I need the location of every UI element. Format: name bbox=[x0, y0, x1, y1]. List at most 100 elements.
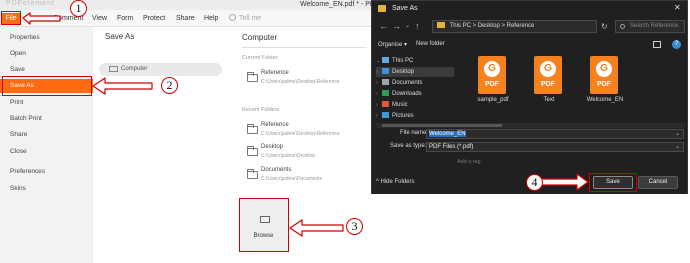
dialog-nav-bar: ← → ⌄ ↑ This PC > Desktop > Reference ↻ … bbox=[372, 18, 687, 36]
backstage-nav: Properties Open Save Save As Print Batch… bbox=[0, 27, 93, 263]
organise-button[interactable]: Organise ▾ bbox=[378, 41, 407, 48]
folder-icon bbox=[247, 169, 258, 179]
tree-label: Music bbox=[392, 102, 408, 108]
address-bar[interactable]: This PC > Desktop > Reference bbox=[432, 20, 597, 33]
file-name-value: Welcome_EN bbox=[429, 131, 466, 137]
dialog-title-bar: Save As ✕ bbox=[376, 1, 687, 17]
folder-icon bbox=[247, 124, 258, 134]
folder-name: Documents bbox=[261, 167, 292, 173]
pdfelement-logo-icon: G bbox=[596, 61, 612, 77]
folder-path: C:\Users\jadme\Documents bbox=[261, 176, 323, 182]
file-name: Text bbox=[543, 97, 555, 103]
folder-name: Reference bbox=[261, 70, 289, 76]
view-options-icon[interactable] bbox=[653, 41, 661, 48]
save-as-dialog: Save As ✕ ← → ⌄ ↑ This PC > Desktop > Re… bbox=[371, 0, 688, 194]
tags-field[interactable]: Add a tag bbox=[457, 159, 481, 165]
hide-folders-label: Hide Folders bbox=[380, 179, 415, 185]
menu-home[interactable]: Home bbox=[25, 13, 44, 25]
nav-open[interactable]: Open bbox=[0, 47, 93, 60]
tree-item-pictures[interactable]: › Pictures bbox=[376, 111, 454, 121]
address-segment[interactable]: Desktop bbox=[478, 23, 500, 29]
window-title: Welcome_EN.pdf * - PD bbox=[300, 1, 375, 8]
address-segment[interactable]: Reference bbox=[507, 23, 535, 29]
folder-name: Desktop bbox=[261, 144, 284, 150]
tell-me-placeholder: Tell me bbox=[239, 15, 262, 22]
pdf-badge: PDF bbox=[597, 81, 611, 88]
scrollbar-thumb[interactable] bbox=[382, 124, 502, 127]
nav-skins[interactable]: Skins bbox=[0, 182, 93, 195]
address-segment[interactable]: This PC bbox=[450, 23, 471, 29]
menu-view[interactable]: View bbox=[92, 13, 107, 25]
menu-bar: File Home Comment View Form Protect Shar… bbox=[0, 11, 380, 27]
computer-icon bbox=[109, 66, 118, 72]
new-folder-button[interactable]: New folder bbox=[416, 41, 445, 47]
callout-3: 3 bbox=[346, 218, 363, 235]
tell-me-search[interactable]: Tell me bbox=[229, 13, 349, 25]
cancel-button[interactable]: Cancel bbox=[638, 176, 678, 189]
browse-label: Browse bbox=[253, 233, 274, 239]
dialog-title: Save As bbox=[392, 5, 418, 12]
save-as-type-select[interactable]: PDF Files (*.pdf) ⌄ bbox=[426, 142, 684, 152]
nav-close[interactable]: Close bbox=[0, 145, 93, 158]
nav-save[interactable]: Save bbox=[0, 63, 93, 76]
nav-preferences[interactable]: Preferences bbox=[0, 165, 93, 178]
folder-icon bbox=[378, 5, 386, 12]
menu-protect[interactable]: Protect bbox=[143, 13, 165, 25]
computer-location[interactable]: Computer bbox=[99, 63, 222, 76]
file-list: G PDF sample_pdf G PDF Text G PDF Welcome_E… bbox=[456, 56, 686, 120]
tree-label: Downloads bbox=[392, 91, 422, 97]
nav-properties[interactable]: Properties bbox=[0, 31, 93, 44]
help-icon[interactable]: ? bbox=[672, 40, 681, 49]
add-place-link[interactable]: Add a place bbox=[114, 83, 146, 89]
tree-label: Pictures bbox=[392, 113, 414, 119]
back-icon[interactable]: ← bbox=[379, 20, 388, 32]
pdf-badge: PDF bbox=[485, 81, 499, 88]
navigation-tree: ⌄ This PC › Desktop › Documents › Downloads … bbox=[372, 56, 454, 120]
pdfelement-logo-icon: G bbox=[484, 61, 500, 77]
menu-form[interactable]: Form bbox=[117, 13, 133, 25]
forward-icon[interactable]: → bbox=[392, 20, 401, 32]
title-bar: PDFelement Welcome_EN.pdf * - PD bbox=[0, 0, 380, 10]
file-item[interactable]: G PDF Welcome_EN bbox=[578, 56, 632, 116]
current-folder-label: Current Folder bbox=[242, 55, 278, 61]
nav-print[interactable]: Print bbox=[0, 96, 93, 109]
file-item[interactable]: G PDF sample_pdf bbox=[466, 56, 520, 116]
save-form: File name: Welcome_EN ⌄ Save as type: PDF… bbox=[372, 128, 687, 168]
file-name-field[interactable]: Welcome_EN ⌄ bbox=[426, 129, 684, 139]
browse-button[interactable]: Browse bbox=[239, 198, 289, 252]
file-item[interactable]: G PDF Text bbox=[522, 56, 576, 116]
file-name: Welcome_EN bbox=[586, 97, 624, 103]
hide-folders-toggle[interactable]: ^ Hide Folders bbox=[376, 179, 415, 185]
refresh-icon[interactable]: ↻ bbox=[601, 20, 612, 33]
tree-label: Desktop bbox=[392, 69, 415, 75]
address-separator: > bbox=[501, 23, 505, 29]
up-icon[interactable]: ↑ bbox=[415, 20, 420, 32]
downloads-icon bbox=[382, 90, 389, 96]
close-icon[interactable]: ✕ bbox=[674, 3, 681, 12]
callout-1: 1 bbox=[70, 0, 87, 17]
save-button[interactable]: Save bbox=[593, 176, 633, 189]
nav-batch-print[interactable]: Batch Print bbox=[0, 112, 93, 125]
file-highlight-box bbox=[1, 11, 21, 25]
chevron-down-icon[interactable]: ⌄ bbox=[675, 130, 680, 138]
tree-item-documents[interactable]: › Documents bbox=[376, 78, 454, 88]
search-icon bbox=[620, 24, 625, 29]
recent-folders-label: Recent Folders bbox=[242, 107, 280, 113]
music-icon bbox=[382, 101, 389, 107]
menu-share[interactable]: Share bbox=[176, 13, 195, 25]
nav-share[interactable]: Share bbox=[0, 128, 93, 141]
lightbulb-icon bbox=[229, 14, 236, 21]
search-placeholder: Search Reference bbox=[630, 23, 679, 29]
tree-item-downloads[interactable]: › Downloads bbox=[376, 89, 454, 99]
tree-item-music[interactable]: › Music bbox=[376, 100, 454, 110]
tree-item-desktop[interactable]: › Desktop bbox=[376, 67, 454, 77]
folder-name: Reference bbox=[261, 122, 289, 128]
tree-item-this-pc[interactable]: ⌄ This PC bbox=[376, 56, 454, 66]
recent-locations-icon[interactable]: ⌄ bbox=[405, 20, 410, 32]
save-as-type-value: PDF Files (*.pdf) bbox=[429, 144, 474, 150]
menu-help[interactable]: Help bbox=[204, 13, 218, 25]
pdf-file-icon: G PDF bbox=[534, 56, 562, 94]
save-as-title: Save As bbox=[105, 32, 135, 41]
pdf-file-icon: G PDF bbox=[478, 56, 506, 94]
search-input[interactable]: Search Reference bbox=[615, 20, 685, 33]
